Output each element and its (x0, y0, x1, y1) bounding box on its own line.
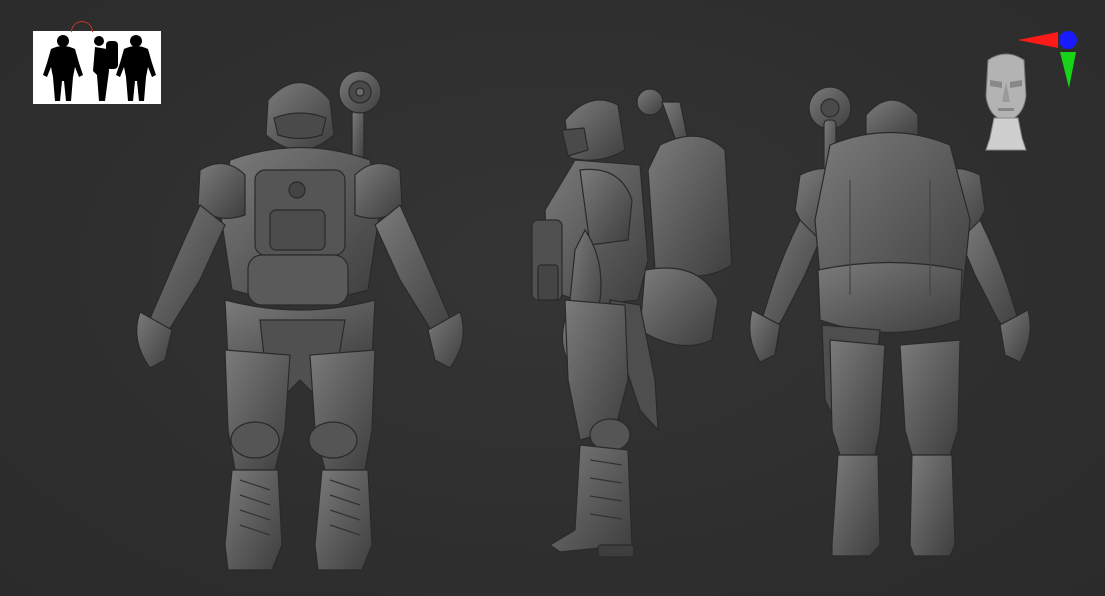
model-front-view (136, 70, 464, 571)
model-back-view (749, 86, 1031, 557)
silhouette-icon (43, 35, 156, 101)
silhouette-thumbnail[interactable] (33, 31, 161, 104)
zbrush-viewport[interactable] (0, 0, 1105, 596)
model-canvas[interactable] (0, 0, 1105, 596)
model-side-view (531, 88, 733, 558)
axis-gizmo-icon[interactable] (1016, 26, 1080, 90)
